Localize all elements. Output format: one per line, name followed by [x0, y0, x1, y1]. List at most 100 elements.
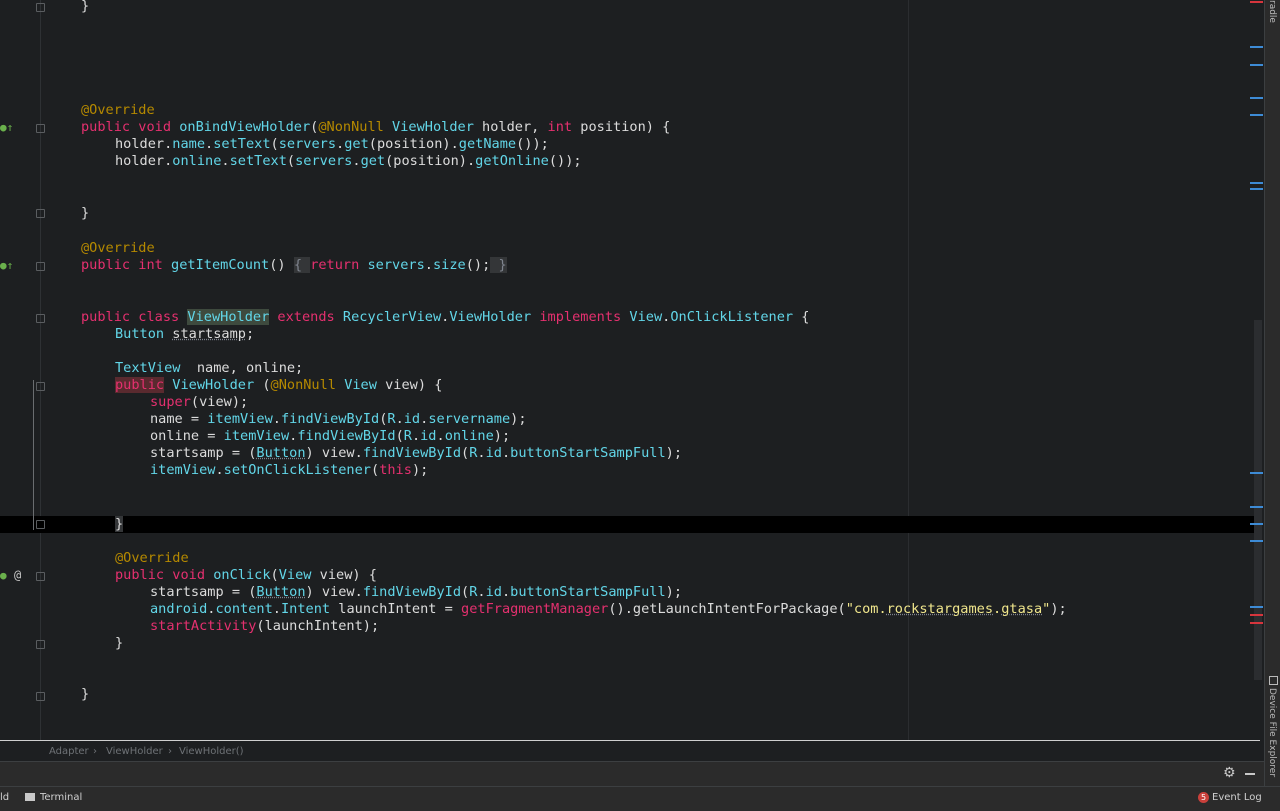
string-token: rockstargames [886, 601, 994, 617]
gradle-tab[interactable]: radle [1267, 0, 1277, 23]
event-count-badge: 5 [1198, 792, 1209, 803]
change-marker[interactable] [1250, 46, 1263, 48]
code-token: ViewHolder [172, 377, 255, 393]
change-marker[interactable] [1250, 97, 1263, 99]
code-token: (launchIntent); [256, 618, 380, 634]
change-marker[interactable] [1250, 182, 1263, 184]
gear-icon[interactable]: ⚙ [1223, 765, 1236, 781]
code-token: ViewHolder [449, 309, 532, 325]
code-token: ().getLaunchIntentForPackage( [608, 601, 846, 617]
breadcrumb-item[interactable]: ViewHolder [106, 746, 163, 757]
code-token: holder, [473, 119, 548, 135]
code-token: ()); [516, 136, 549, 152]
code-token: onBindViewHolder [179, 119, 311, 135]
code-token: View [629, 309, 663, 325]
string-token: . [993, 601, 1002, 617]
code-token: this [379, 462, 412, 478]
code-token: buttonStartSampFull [510, 584, 666, 600]
change-marker[interactable] [1250, 523, 1263, 525]
change-marker[interactable] [1250, 188, 1263, 190]
code-token: servername [428, 411, 511, 427]
error-marker[interactable] [1250, 1, 1263, 3]
code-token: getFragmentManager [461, 601, 609, 617]
code-area[interactable]: } @Override public void onBindViewHolder… [0, 0, 1256, 740]
change-marker[interactable] [1250, 64, 1263, 66]
code-token: . [221, 153, 230, 169]
change-marker[interactable] [1250, 472, 1263, 474]
code-line: startsamp = (Button) view.findViewById(R… [150, 445, 682, 462]
code-token: ); [411, 462, 429, 478]
code-line: public void onClick(View view) { [115, 567, 377, 584]
folded-region[interactable]: } [490, 257, 507, 273]
code-token: (position). [385, 153, 476, 169]
code-token: itemView [223, 428, 290, 444]
code-token: . [395, 411, 404, 427]
code-token: public class [81, 309, 188, 325]
code-line: @Override [115, 550, 189, 567]
device-file-explorer-tab[interactable]: Device File Explorer [1267, 688, 1277, 777]
code-token: id [403, 411, 421, 427]
code-token: launchIntent = [330, 601, 462, 617]
code-line: } [81, 205, 89, 222]
code-line: public ViewHolder (@NonNull View view) { [115, 377, 442, 394]
code-token: RecyclerView [342, 309, 442, 325]
build-tab[interactable]: ld [0, 792, 9, 803]
code-token: ( [461, 584, 470, 600]
code-token: ); [665, 584, 683, 600]
breadcrumb-item[interactable]: Adapter [49, 746, 89, 757]
code-token: R [403, 428, 412, 444]
change-marker[interactable] [1250, 540, 1263, 542]
code-token: (); [465, 257, 491, 273]
code-token: findViewById [280, 411, 380, 427]
change-marker[interactable] [1250, 114, 1263, 116]
code-token: onClick [213, 567, 271, 583]
code-editor[interactable]: ●↑ ●↑ ● @ } @Override public void onBind… [0, 0, 1264, 740]
code-token: } [81, 686, 90, 702]
matched-brace: } [115, 516, 124, 532]
code-line: startsamp = (Button) view.findViewById(R… [150, 584, 682, 601]
code-token: online [172, 153, 222, 169]
code-token: online [444, 428, 494, 444]
annotation-token: @Override [81, 240, 155, 256]
folded-region[interactable]: { [293, 257, 311, 273]
code-token: view) { [376, 377, 443, 393]
code-token: size [432, 257, 466, 273]
code-token: getName [458, 136, 517, 152]
change-marker[interactable] [1250, 506, 1263, 508]
terminal-tab[interactable]: Terminal [40, 792, 82, 803]
code-token: . [336, 136, 345, 152]
error-marker[interactable] [1250, 614, 1263, 616]
code-line: online = itemView.findViewById(R.id.onli… [150, 428, 510, 445]
code-token: id [420, 428, 437, 444]
code-token: ) view. [305, 584, 363, 600]
code-token: R [387, 411, 396, 427]
code-token: name = [150, 411, 208, 427]
minimize-icon[interactable] [1245, 773, 1255, 775]
code-token: TextView [115, 360, 181, 376]
device-explorer-icon [1269, 676, 1278, 685]
code-token: ); [1050, 601, 1067, 617]
breadcrumb-item[interactable]: ViewHolder() [179, 746, 244, 757]
annotation-token: @Override [115, 550, 189, 566]
code-token: getOnline [475, 153, 549, 169]
event-log-tab[interactable]: Event Log [1212, 792, 1262, 803]
code-token: } [81, 205, 90, 221]
code-line: Button startsamp; [115, 326, 254, 343]
code-line: } [81, 686, 89, 703]
code-token: . [272, 411, 281, 427]
code-token: . [424, 257, 433, 273]
code-token: public void [81, 119, 180, 135]
code-token: ( [286, 153, 296, 169]
code-token: ); [493, 428, 511, 444]
highlighted-symbol: ViewHolder [187, 309, 270, 325]
change-marker[interactable] [1250, 606, 1263, 608]
code-token: startActivity [150, 618, 257, 634]
scrollbar-thumb[interactable] [1254, 320, 1262, 680]
annotation-token: @Override [81, 102, 155, 118]
code-token: online = [150, 428, 224, 444]
code-token: Button [256, 584, 306, 600]
code-token: view) { [311, 567, 377, 583]
error-marker[interactable] [1250, 622, 1263, 624]
code-token: holder. [115, 136, 173, 152]
